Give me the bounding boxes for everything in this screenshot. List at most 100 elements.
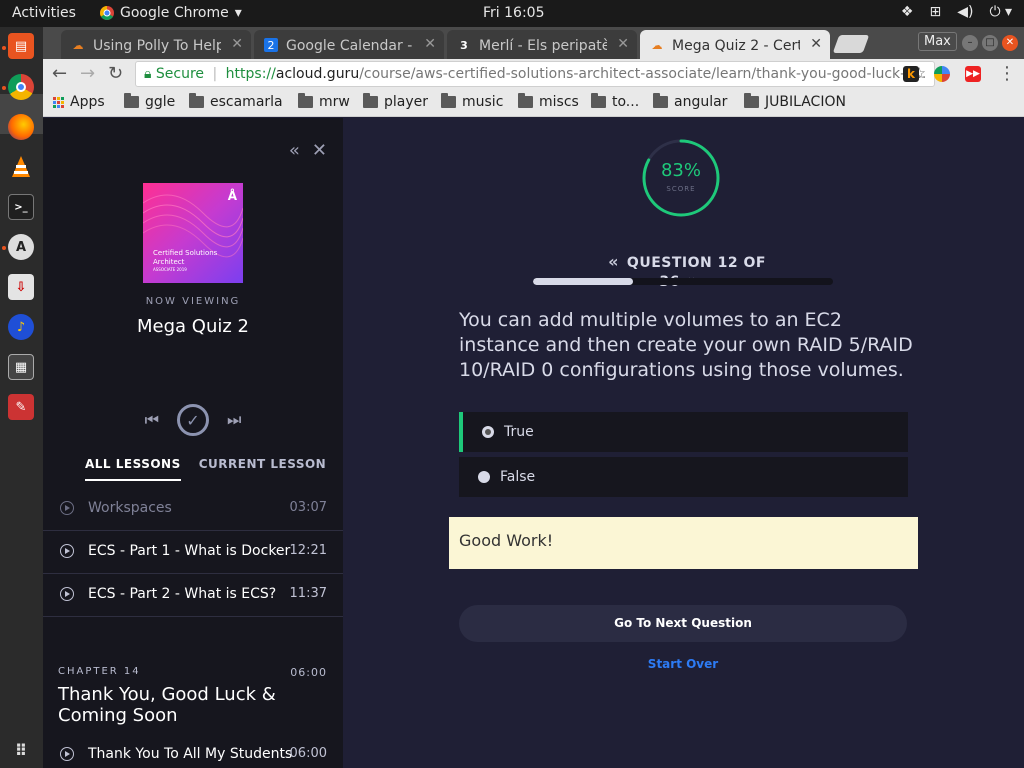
terminal-icon[interactable]: >_ — [8, 194, 34, 220]
play-icon — [60, 501, 74, 515]
play-icon — [60, 747, 74, 761]
reload-icon[interactable]: ↻ — [108, 63, 123, 84]
play-icon — [60, 544, 74, 558]
url-path: /course/aws-certified-solutions-architec… — [359, 66, 927, 82]
app-menu[interactable]: Google Chrome ▾ — [100, 5, 242, 21]
chapter-duration: 06:00 — [290, 666, 327, 679]
folder-icon — [653, 93, 668, 108]
acloudguru-logo-icon: Å — [227, 189, 237, 203]
folder-icon — [124, 93, 139, 108]
chrome-dock-icon[interactable] — [8, 74, 34, 100]
forward-icon[interactable]: → — [80, 63, 95, 84]
power-icon[interactable]: ⏻ ▾ — [989, 4, 1012, 20]
menu-icon[interactable]: ⋮ — [998, 63, 1016, 84]
bookmark-folder[interactable]: ggle — [124, 93, 175, 110]
browser-toolbar: ← → ↻ 🔒︎ Secure | https://acloud.guru/co… — [43, 59, 1024, 89]
cloud-icon: ☁ — [72, 38, 84, 52]
close-icon[interactable]: ✕ — [617, 36, 629, 52]
volume-icon[interactable]: ◀) — [957, 4, 973, 20]
answer-option-false[interactable]: False — [459, 457, 908, 497]
new-tab-button[interactable] — [832, 35, 870, 53]
tab-strip: ☁ Using Polly To Help ✕ 2 Google Calenda… — [43, 27, 1024, 59]
folder-icon — [518, 93, 533, 108]
minimize-button[interactable]: – — [962, 35, 978, 51]
folder-icon — [298, 93, 313, 108]
dropbox-icon[interactable]: ❖ — [901, 4, 914, 20]
radio-icon[interactable] — [478, 471, 490, 483]
activities-button[interactable]: Activities — [12, 5, 76, 21]
start-over-link[interactable]: Start Over — [583, 657, 783, 671]
lesson-item[interactable]: Workspaces 03:07 — [43, 488, 343, 531]
tab-polly[interactable]: ☁ Using Polly To Help ✕ — [61, 30, 251, 59]
software-updater-icon[interactable]: A — [8, 234, 34, 260]
extension-color-icon[interactable] — [934, 66, 950, 82]
clock[interactable]: Fri 16:05 — [483, 5, 544, 21]
profile-name[interactable]: Max — [918, 32, 957, 51]
feedback-message: Good Work! — [449, 517, 918, 569]
bookmark-folder[interactable]: angular — [653, 93, 727, 110]
tab-merli[interactable]: 3 Merlí - Els peripatèt ✕ — [447, 30, 637, 59]
bookmark-folder[interactable]: miscs — [518, 93, 579, 110]
bookmarks-bar: Apps ggle escamarla mrw player music mis… — [43, 89, 1024, 117]
close-icon[interactable]: ✕ — [312, 140, 327, 161]
transmission-icon[interactable]: ⇩ — [8, 274, 34, 300]
close-icon[interactable]: ✕ — [810, 36, 822, 52]
tab-all-lessons[interactable]: ALL LESSONS — [85, 457, 181, 481]
lesson-item[interactable]: ECS - Part 2 - What is ECS? 11:37 — [43, 574, 343, 617]
tv3-icon: 3 — [460, 38, 468, 52]
close-icon[interactable]: ✕ — [424, 36, 436, 52]
lesson-item[interactable]: ECS - Part 1 - What is Docker 12:21 — [43, 531, 343, 574]
next-lesson-icon[interactable]: ⏭ — [227, 410, 241, 430]
cloud-icon: ☁ — [651, 38, 663, 52]
extension-youtube-icon[interactable]: ▶▶ — [965, 66, 981, 82]
lesson-item[interactable]: Thank You To All My Students 06:00 — [43, 734, 343, 768]
extension-k-icon[interactable]: k — [903, 66, 919, 82]
close-icon[interactable]: ✕ — [231, 36, 243, 52]
address-bar[interactable]: 🔒︎ Secure | https://acloud.guru/course/a… — [135, 61, 935, 87]
chrome-icon — [100, 6, 114, 20]
video-editor-icon[interactable]: ▦ — [8, 354, 34, 380]
vlc-icon[interactable] — [8, 154, 34, 180]
next-question-button[interactable]: Go To Next Question — [459, 605, 907, 642]
collapse-sidebar-icon[interactable]: « — [289, 140, 300, 161]
files-app-icon[interactable]: ▤ — [8, 33, 34, 59]
back-icon[interactable]: ← — [52, 63, 67, 84]
system-top-bar: Activities Google Chrome ▾ Fri 16:05 ❖ ⊞… — [0, 0, 1024, 27]
bookmark-folder[interactable]: JUBILACION — [744, 93, 846, 110]
apps-grid-icon — [53, 96, 64, 108]
calendar-icon: 2 — [264, 38, 278, 52]
system-tools-icon[interactable]: ✎ — [8, 394, 34, 420]
folder-icon — [591, 93, 606, 108]
lock-icon: 🔒︎ — [144, 66, 152, 82]
tab-current-lesson[interactable]: CURRENT LESSON — [199, 457, 326, 481]
folder-icon — [744, 93, 759, 108]
show-apps-icon[interactable]: ⠿ — [8, 737, 34, 763]
lesson-controls: ⏮ ✓ ⏭ — [43, 404, 343, 436]
previous-question-icon[interactable]: « — [608, 252, 619, 271]
url-scheme: https:// — [225, 66, 276, 82]
firefox-icon[interactable] — [8, 114, 34, 140]
tab-calendar[interactable]: 2 Google Calendar - 4 ✕ — [254, 30, 444, 59]
bookmark-folder[interactable]: to... — [591, 93, 639, 110]
dock: ▤ >_ A ⇩ ♪ ▦ ✎ ⠿ — [0, 27, 43, 768]
apps-bookmark[interactable]: Apps — [53, 94, 105, 110]
bookmark-folder[interactable]: player — [363, 93, 428, 110]
previous-lesson-icon[interactable]: ⏮ — [145, 410, 159, 430]
answer-option-true[interactable]: True — [459, 412, 908, 452]
audio-app-icon[interactable]: ♪ — [8, 314, 34, 340]
bookmark-folder[interactable]: escamarla — [189, 93, 283, 110]
tab-mega-quiz[interactable]: ☁ Mega Quiz 2 - Certif ✕ — [640, 30, 830, 59]
radio-selected-icon[interactable] — [482, 426, 494, 438]
bookmark-folder[interactable]: music — [441, 93, 503, 110]
system-tray[interactable]: ❖ ⊞ ◀) ⏻ ▾ — [901, 4, 1012, 20]
chapter-title: Thank You, Good Luck & Coming Soon — [58, 684, 276, 726]
score-value: 83% — [660, 160, 701, 181]
mark-complete-icon[interactable]: ✓ — [177, 404, 209, 436]
maximize-button[interactable]: □ — [982, 35, 998, 51]
network-icon[interactable]: ⊞ — [929, 4, 941, 20]
course-cover-image: Å Certified Solutions Architect ASSOCIAT… — [143, 183, 243, 283]
chevron-down-icon: ▾ — [234, 5, 242, 21]
close-window-button[interactable]: ✕ — [1002, 35, 1018, 51]
bookmark-folder[interactable]: mrw — [298, 93, 350, 110]
play-icon — [60, 587, 74, 601]
